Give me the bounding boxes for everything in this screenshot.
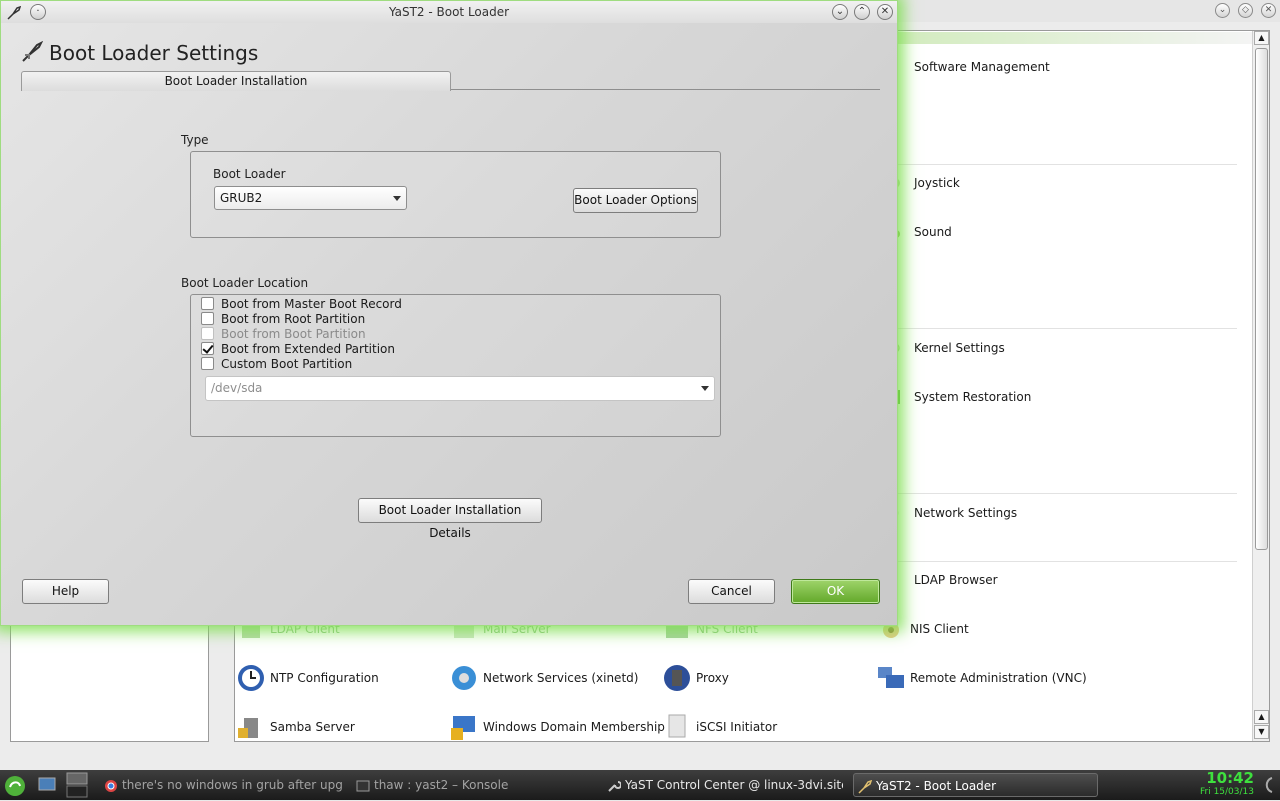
boot-loader-options-button[interactable]: Boot Loader Options bbox=[573, 188, 698, 213]
checkbox-boot-root[interactable]: Boot from Root Partition bbox=[201, 311, 365, 326]
module-samba-server[interactable]: Samba Server bbox=[236, 716, 355, 738]
scroll-up-icon[interactable]: ▲ bbox=[1254, 31, 1269, 45]
checkbox[interactable] bbox=[201, 312, 214, 325]
clock-icon bbox=[236, 663, 266, 693]
task-browser[interactable]: there's no windows in grub after upgrad bbox=[100, 773, 342, 797]
wrench-icon bbox=[607, 777, 622, 792]
scroll-down-icon[interactable]: ▼ bbox=[1254, 725, 1269, 739]
category-separator bbox=[897, 164, 1237, 165]
category-separator bbox=[897, 328, 1237, 329]
taskbar: there's no windows in grub after upgrad … bbox=[0, 770, 1280, 800]
clock-date: Fri 15/03/13 bbox=[1199, 787, 1254, 797]
clock-time: 10:42 bbox=[1206, 769, 1254, 787]
proxy-icon bbox=[662, 663, 692, 693]
module-network-services[interactable]: Network Services (xinetd) bbox=[449, 666, 638, 690]
task-yast-control-center[interactable]: YaST Control Center @ linux-3dvi.site bbox=[603, 773, 843, 797]
boot-loader-dialog: YaST2 - Boot Loader · ⌄ ⌃ ✕ Boot Loader … bbox=[0, 0, 898, 626]
maximize-icon[interactable]: ⌃ bbox=[854, 4, 870, 20]
start-menu-icon[interactable] bbox=[4, 775, 26, 800]
chrome-icon bbox=[104, 777, 118, 792]
chevron-down-icon bbox=[393, 196, 401, 201]
module-kernel-settings[interactable]: Kernel Settings bbox=[880, 337, 1005, 359]
module-network-settings[interactable]: Network Settings bbox=[880, 502, 1017, 524]
category-separator bbox=[897, 493, 1237, 494]
chevron-down-icon bbox=[701, 386, 709, 391]
terminal-icon bbox=[356, 777, 370, 792]
pin-icon[interactable]: · bbox=[30, 4, 46, 20]
close-icon[interactable]: ✕ bbox=[1261, 3, 1276, 18]
panel-menu-icon[interactable] bbox=[1262, 776, 1276, 797]
module-windows-domain[interactable]: Windows Domain Membership bbox=[449, 716, 665, 740]
module-remote-administration[interactable]: Remote Administration (VNC) bbox=[876, 667, 1087, 689]
module-system-restoration[interactable]: System Restoration bbox=[880, 386, 1031, 408]
type-group-label: Type bbox=[181, 133, 209, 147]
network-services-icon bbox=[449, 663, 479, 693]
checkbox-checked[interactable] bbox=[201, 342, 214, 355]
desktop-icon[interactable] bbox=[38, 777, 56, 796]
window-title: YaST2 - Boot Loader bbox=[388, 5, 510, 19]
checkbox-custom-partition[interactable]: Custom Boot Partition bbox=[201, 356, 352, 371]
module-list-scrollbar[interactable]: ▲ ▲ ▼ bbox=[1252, 31, 1269, 741]
maximize-icon[interactable]: ◇ bbox=[1238, 3, 1253, 18]
checkbox-boot-boot-partition: Boot from Boot Partition bbox=[201, 326, 366, 341]
task-yast-boot-loader[interactable]: YaST2 - Boot Loader bbox=[853, 773, 1098, 797]
checkbox-boot-extended[interactable]: Boot from Extended Partition bbox=[201, 341, 395, 356]
clock[interactable]: 10:42 Fri 15/03/13 bbox=[1190, 770, 1254, 798]
minimize-icon[interactable]: ⌄ bbox=[832, 4, 848, 20]
module-iscsi-initiator[interactable]: iSCSI Initiator bbox=[662, 714, 777, 738]
minimize-icon[interactable]: ⌄ bbox=[1215, 3, 1230, 18]
remote-admin-icon bbox=[876, 663, 906, 693]
module-proxy[interactable]: Proxy bbox=[662, 665, 729, 691]
checkbox[interactable] bbox=[201, 297, 214, 310]
windows-domain-icon bbox=[449, 712, 479, 742]
category-list-panel[interactable] bbox=[10, 610, 209, 742]
boot-loader-select[interactable]: GRUB2 bbox=[214, 186, 407, 210]
cancel-button[interactable]: Cancel bbox=[688, 579, 775, 604]
page-title: Boot Loader Settings bbox=[49, 41, 259, 65]
rocket-icon bbox=[21, 40, 44, 63]
module-software-management[interactable]: Software Management bbox=[880, 56, 1050, 78]
iscsi-icon bbox=[662, 712, 692, 742]
tab-boot-loader-installation[interactable]: Boot Loader Installation bbox=[21, 71, 451, 91]
window-menu-icon[interactable] bbox=[7, 5, 22, 27]
rocket-icon bbox=[858, 778, 873, 794]
boot-loader-label: Boot Loader bbox=[213, 167, 286, 181]
task-konsole[interactable]: thaw : yast2 – Konsole bbox=[352, 773, 592, 797]
installation-details-button[interactable]: Boot Loader Installation Details bbox=[358, 498, 542, 540]
scrollbar-thumb[interactable] bbox=[1255, 48, 1268, 550]
module-ntp-configuration[interactable]: NTP Configuration bbox=[236, 665, 379, 691]
help-button[interactable]: Help bbox=[22, 579, 109, 604]
location-group-label: Boot Loader Location bbox=[181, 276, 309, 290]
dialog-titlebar[interactable]: YaST2 - Boot Loader · ⌄ ⌃ ✕ bbox=[1, 1, 897, 23]
samba-icon bbox=[236, 712, 266, 742]
pager-icon[interactable] bbox=[66, 772, 90, 801]
ok-button[interactable]: OK bbox=[791, 579, 880, 604]
checkbox[interactable] bbox=[201, 357, 214, 370]
tab-bar-line bbox=[451, 89, 880, 90]
scroll-up-icon[interactable]: ▲ bbox=[1254, 710, 1269, 724]
custom-partition-select: /dev/sda bbox=[205, 376, 715, 401]
category-separator bbox=[897, 561, 1237, 562]
checkbox bbox=[201, 327, 214, 340]
close-icon[interactable]: ✕ bbox=[877, 4, 893, 20]
checkbox-boot-mbr[interactable]: Boot from Master Boot Record bbox=[201, 296, 402, 311]
